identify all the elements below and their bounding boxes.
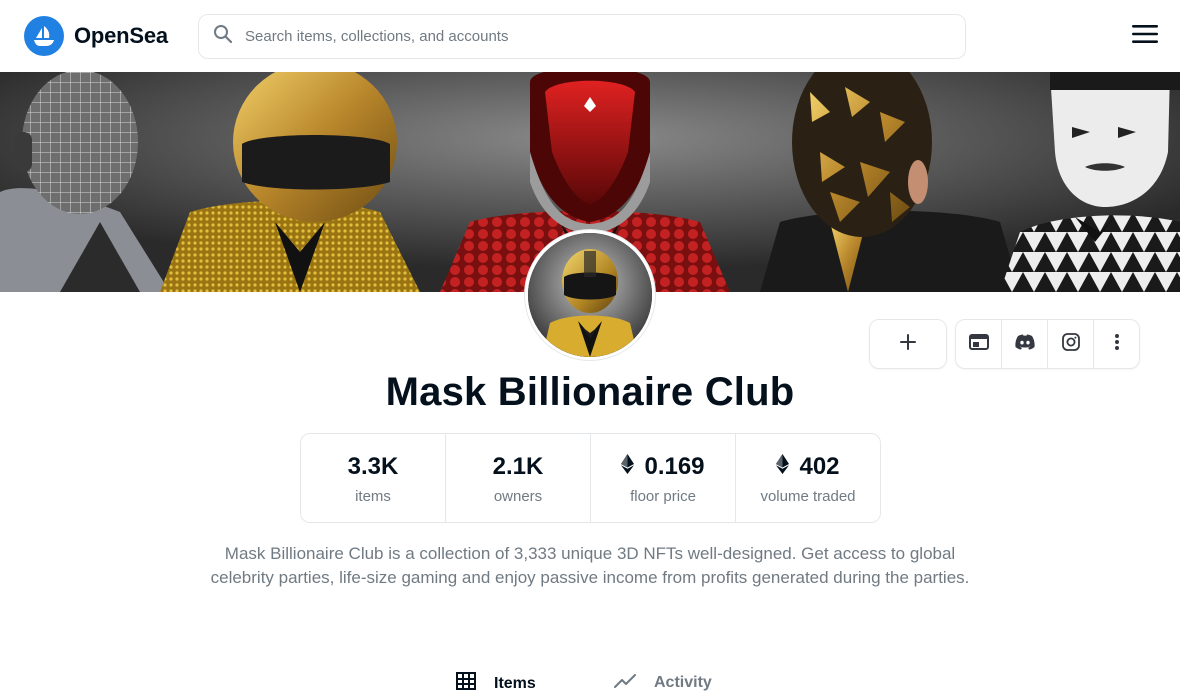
stat-floor-price[interactable]: 0.169 floor price	[591, 434, 736, 522]
website-icon	[968, 333, 989, 356]
top-nav: OpenSea	[0, 0, 1180, 72]
search-input[interactable]	[245, 28, 925, 45]
logo-text: OpenSea	[74, 23, 168, 48]
collection-title: Mask Billionaire Club	[385, 370, 795, 414]
stat-label: owners	[493, 487, 543, 505]
stat-value: 402	[776, 452, 840, 482]
stat-value-text: 2.1K	[492, 452, 544, 480]
activity-chart-icon	[614, 672, 636, 691]
stat-value: 3.3K	[348, 452, 399, 482]
stat-value-text: 402	[799, 452, 840, 480]
hamburger-menu-icon[interactable]	[1132, 24, 1158, 44]
stat-value: 0.169	[621, 452, 705, 482]
collection-tabs: Items Activity	[0, 672, 1180, 691]
grid-icon	[456, 672, 476, 691]
search-bar[interactable]	[198, 14, 966, 59]
more-vertical-icon	[1114, 333, 1120, 356]
stat-value-text: 3.3K	[347, 452, 399, 480]
opensea-logo[interactable]: OpenSea	[24, 16, 168, 56]
social-links-group	[955, 319, 1140, 369]
stat-label: items	[355, 487, 391, 505]
collection-stats: 3.3K items 2.1K owners 0.169 floor price	[300, 433, 881, 523]
more-options-button[interactable]	[1094, 320, 1139, 368]
ethereum-icon	[621, 453, 635, 481]
stat-owners[interactable]: 2.1K owners	[446, 434, 591, 522]
instagram-icon	[1061, 332, 1080, 356]
ethereum-icon	[776, 453, 790, 481]
tab-items[interactable]: Items	[456, 672, 536, 691]
tab-label: Items	[494, 674, 536, 691]
website-button[interactable]	[956, 320, 1002, 368]
stat-items[interactable]: 3.3K items	[301, 434, 446, 522]
stat-value: 2.1K	[493, 452, 544, 482]
instagram-button[interactable]	[1048, 320, 1094, 368]
tab-activity[interactable]: Activity	[614, 672, 712, 691]
stat-value-text: 0.169	[644, 452, 705, 480]
collection-avatar	[525, 230, 655, 360]
add-watchlist-button[interactable]	[869, 319, 947, 369]
discord-icon	[1014, 334, 1036, 355]
stat-label: volume traded	[760, 487, 856, 505]
tab-label: Activity	[654, 673, 712, 691]
stat-label: floor price	[630, 487, 696, 505]
search-icon	[213, 24, 233, 49]
collection-description: Mask Billionaire Club is a collection of…	[210, 544, 970, 587]
discord-button[interactable]	[1002, 320, 1048, 368]
plus-icon	[899, 333, 917, 356]
stat-volume-traded[interactable]: 402 volume traded	[736, 434, 880, 522]
opensea-boat-icon	[24, 16, 64, 56]
